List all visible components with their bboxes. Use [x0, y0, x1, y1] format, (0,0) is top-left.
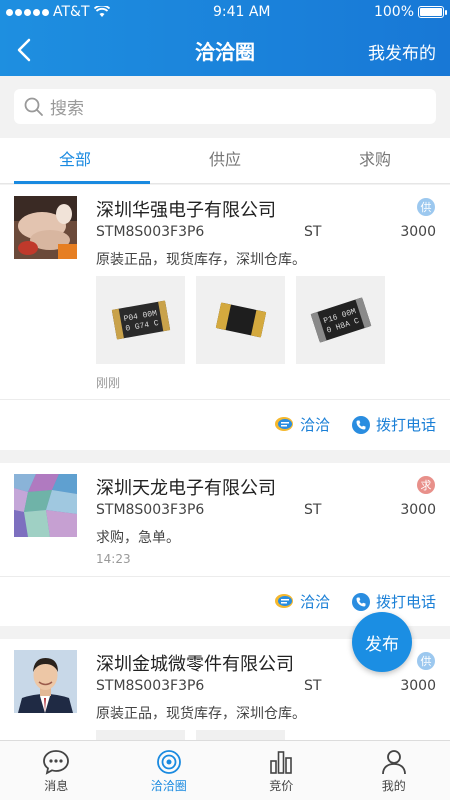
tab-supply[interactable]: 供应: [150, 138, 300, 183]
company-name: 深圳天龙电子有限公司: [96, 478, 276, 499]
part-info-row: STM8S003F3P6 ST 3000: [96, 502, 436, 518]
call-button[interactable]: 拨打电话: [351, 414, 436, 435]
brand: ST: [304, 224, 322, 240]
brand: ST: [304, 502, 322, 518]
post-actions: 洽洽 拨打电话: [274, 591, 436, 612]
product-photo[interactable]: P16 00M 0 H8A C: [296, 276, 385, 364]
chat-label: 洽洽: [299, 593, 330, 611]
tab-all[interactable]: 全部: [0, 138, 150, 184]
company-name: 深圳金城微零件有限公司: [96, 654, 294, 675]
nav-bidding[interactable]: 竞价: [225, 741, 338, 800]
search-icon: [24, 97, 43, 116]
page-title: 洽洽圈: [195, 39, 255, 64]
post-description: 求购，急单。: [96, 530, 180, 546]
nav-circle[interactable]: 洽洽圈: [113, 741, 226, 800]
photo-gallery: [96, 730, 285, 740]
product-photo[interactable]: [96, 730, 185, 740]
post-description: 原装正品，现货库存，深圳仓库。: [96, 252, 306, 268]
battery-icon: [418, 6, 447, 18]
message-icon: [43, 750, 70, 775]
signal-icon: [6, 8, 49, 16]
post-card[interactable]: 深圳天龙电子有限公司 求 STM8S003F3P6 ST 3000 求购，急单。…: [0, 463, 450, 626]
nav-label: 竞价: [269, 779, 294, 793]
supply-badge: 供: [417, 652, 435, 670]
search-placeholder: 搜索: [50, 99, 84, 119]
status-bar: AT&T 9:41 AM 100%: [0, 0, 450, 24]
post-time: 14:23: [96, 552, 131, 566]
avatar[interactable]: [14, 196, 77, 259]
avatar[interactable]: [14, 474, 77, 537]
post-card[interactable]: 深圳华强电子有限公司 供 STM8S003F3P6 ST 3000 原装正品，现…: [0, 185, 450, 450]
chat-bubble-icon: [274, 593, 293, 608]
circle-icon: [156, 750, 181, 774]
publish-button[interactable]: 发布: [352, 612, 412, 672]
divider: [0, 399, 450, 400]
battery-status: 100%: [373, 4, 447, 20]
post-actions: 洽洽 拨打电话: [274, 414, 436, 435]
part-number: STM8S003F3P6: [96, 224, 205, 240]
bottom-nav: 消息 洽洽圈 竞价 我的: [0, 740, 450, 800]
search-area: 搜索: [0, 76, 450, 138]
divider: [0, 576, 450, 577]
quantity: 3000: [400, 502, 436, 518]
product-photo[interactable]: P04 00M 0 G74 C: [96, 276, 185, 364]
user-icon: [381, 750, 406, 775]
brand: ST: [304, 678, 322, 694]
part-number: STM8S003F3P6: [96, 502, 205, 518]
post-description: 原装正品，现货库存，深圳仓库。: [96, 706, 306, 722]
carrier: AT&T: [53, 4, 90, 20]
product-photo[interactable]: [196, 730, 285, 740]
part-info-row: STM8S003F3P6 ST 3000: [96, 224, 436, 240]
chat-bubble-icon: [274, 416, 293, 431]
quantity: 3000: [400, 678, 436, 694]
nav-label: 消息: [44, 779, 69, 793]
chevron-left-icon: [17, 38, 31, 62]
nav-label: 洽洽圈: [150, 779, 187, 793]
part-info-row: STM8S003F3P6 ST 3000: [96, 678, 436, 694]
nav-messages[interactable]: 消息: [0, 741, 113, 800]
app-header: AT&T 9:41 AM 100% 洽洽圈 我发布的: [0, 0, 450, 76]
chat-label: 洽洽: [299, 416, 330, 434]
purchase-badge: 求: [417, 476, 435, 494]
part-number: STM8S003F3P6: [96, 678, 205, 694]
wifi-icon: [93, 6, 110, 17]
nav-profile[interactable]: 我的: [338, 741, 450, 800]
call-button[interactable]: 拨打电话: [351, 591, 436, 612]
phone-icon: [351, 415, 370, 434]
clock: 9:41 AM: [212, 4, 271, 20]
photo-gallery: P04 00M 0 G74 C P16 00M 0 H8A C: [96, 276, 385, 364]
call-label: 拨打电话: [375, 416, 436, 434]
supply-badge: 供: [417, 198, 435, 216]
product-photo[interactable]: [196, 276, 285, 364]
post-time: 刚刚: [96, 376, 121, 390]
call-label: 拨打电话: [375, 593, 436, 611]
nav-bar: 洽洽圈 我发布的: [0, 24, 450, 76]
quantity: 3000: [400, 224, 436, 240]
tab-purchase[interactable]: 求购: [300, 138, 450, 183]
company-name: 深圳华强电子有限公司: [96, 200, 276, 221]
chat-button[interactable]: 洽洽: [274, 414, 330, 435]
chat-button[interactable]: 洽洽: [274, 591, 330, 612]
back-button[interactable]: [10, 36, 38, 64]
filter-tabs: 全部 供应 求购: [0, 138, 450, 184]
bar-chart-icon: [270, 751, 293, 774]
avatar[interactable]: [14, 650, 77, 713]
nav-label: 我的: [381, 779, 406, 793]
status-left: AT&T: [6, 4, 110, 20]
phone-icon: [351, 592, 370, 611]
search-input[interactable]: 搜索: [14, 89, 436, 124]
battery-percent: 100%: [373, 4, 414, 20]
my-posts-button[interactable]: 我发布的: [368, 39, 436, 64]
